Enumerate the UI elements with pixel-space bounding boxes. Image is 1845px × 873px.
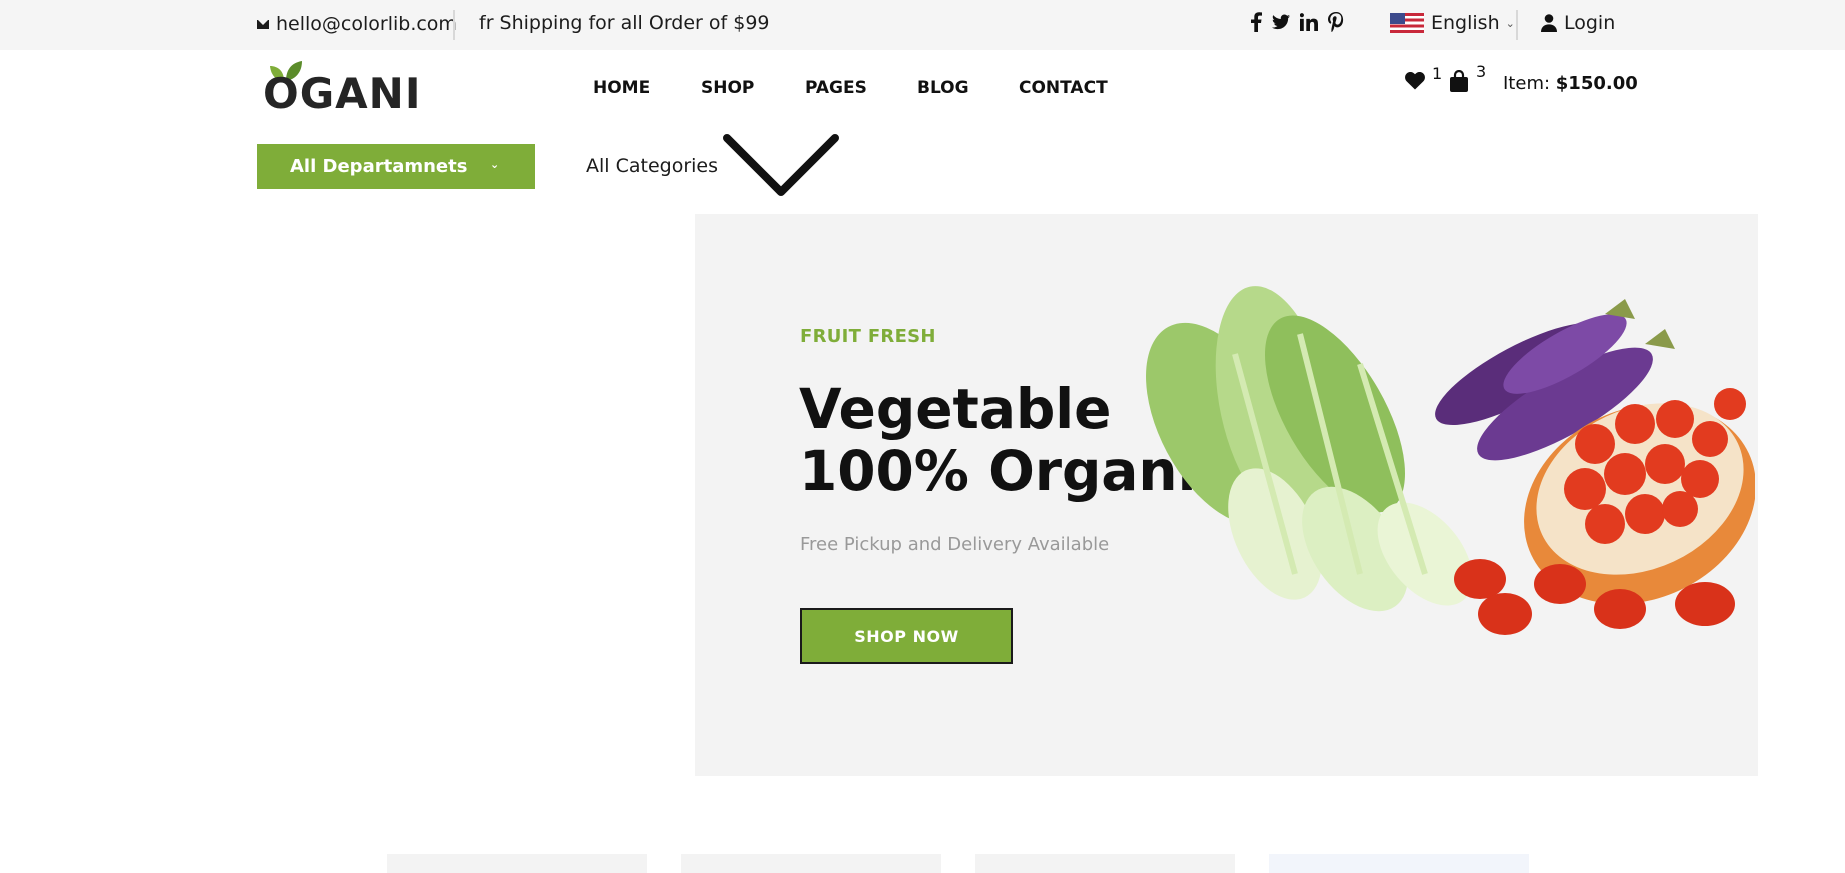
header-actions: 1 3 Item: $150.00 [1405, 62, 1638, 96]
nav-shop[interactable]: SHOP [701, 78, 805, 98]
logo-text: OGANI [263, 69, 422, 118]
all-departments-button[interactable]: All Departamnets ⌄ [257, 144, 535, 189]
hero-subtitle: Free Pickup and Delivery Available [800, 534, 1110, 555]
hero-tag: FRUIT FRESH [800, 326, 936, 347]
social-links [1250, 12, 1344, 32]
wishlist-count: 1 [1432, 64, 1443, 83]
pinterest-icon[interactable] [1328, 12, 1344, 32]
divider [453, 10, 455, 40]
nav-contact[interactable]: CONTACT [1019, 78, 1108, 98]
category-tile[interactable] [681, 854, 941, 873]
category-tile[interactable] [975, 854, 1235, 873]
language-selector[interactable]: English ⌄ [1390, 12, 1515, 34]
chevron-down-icon[interactable] [722, 132, 840, 198]
heart-icon [1405, 71, 1425, 90]
login-link[interactable]: Login [1541, 12, 1615, 34]
nav-home[interactable]: HOME [593, 78, 701, 98]
facebook-icon[interactable] [1250, 12, 1262, 32]
logo[interactable]: OGANI [263, 57, 420, 118]
twitter-icon[interactable] [1272, 14, 1290, 30]
language-label: English [1431, 12, 1500, 34]
main-nav: HOME SHOP PAGES BLOG CONTACT [593, 78, 1108, 98]
shop-now-button[interactable]: SHOP NOW [800, 608, 1013, 664]
category-tile[interactable] [1269, 854, 1529, 873]
shipping-notice: fr Shipping for all Order of $99 [479, 12, 770, 34]
top-bar: hello@colorlib.com fr Shipping for all O… [0, 0, 1845, 50]
envelope-icon [257, 19, 269, 29]
wishlist-button[interactable]: 1 [1405, 64, 1442, 94]
departments-label: All Departamnets [290, 156, 468, 177]
cart-button[interactable]: 3 [1449, 62, 1486, 96]
chevron-down-icon: ⌄ [490, 158, 500, 171]
linkedin-icon[interactable] [1300, 13, 1318, 31]
cart-total: Item: $150.00 [1503, 73, 1638, 94]
login-label: Login [1564, 12, 1616, 34]
nav-blog[interactable]: BLOG [917, 78, 1019, 98]
categories-select[interactable]: All Categories [586, 155, 718, 177]
us-flag-icon [1390, 13, 1424, 33]
cart-count: 3 [1476, 62, 1487, 81]
email-text: hello@colorlib.com [276, 13, 457, 35]
nav-pages[interactable]: PAGES [805, 78, 917, 98]
divider [1516, 10, 1518, 40]
chevron-down-icon: ⌄ [1505, 16, 1515, 30]
email-contact[interactable]: hello@colorlib.com [257, 12, 457, 36]
shopping-bag-icon [1450, 69, 1468, 92]
category-tile[interactable] [387, 854, 647, 873]
item-label: Item: [1503, 72, 1551, 94]
user-icon [1541, 14, 1557, 32]
item-total-value: $150.00 [1555, 72, 1638, 94]
vegetables-image [1146, 286, 1755, 635]
hero-banner: FRUIT FRESH Vegetable 100% Organic Free … [695, 214, 1758, 776]
